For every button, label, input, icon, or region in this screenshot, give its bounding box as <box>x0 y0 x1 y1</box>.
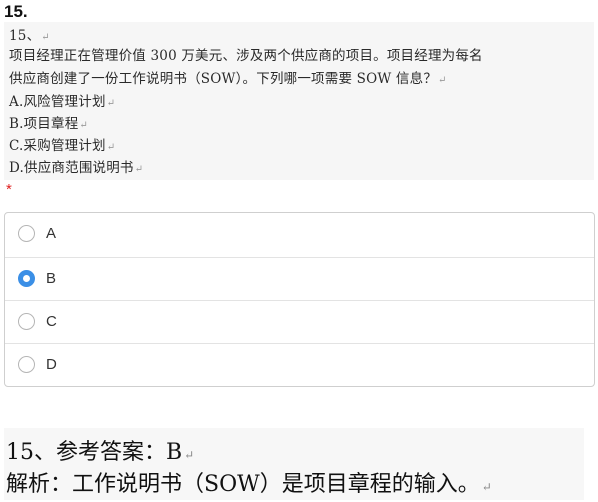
radio-a[interactable] <box>18 225 35 242</box>
radio-d[interactable] <box>18 356 35 373</box>
explanation-line: 解析：工作说明书（SOW）是项目章程的输入。 ↵ <box>6 472 492 497</box>
option-c[interactable]: C <box>5 300 594 343</box>
question-line: C.采购管理计划↵ <box>9 138 116 154</box>
required-marker: * <box>6 181 12 198</box>
question-line: 15、↵ <box>9 28 50 44</box>
option-label: C <box>46 313 57 330</box>
question-line: 项目经理正在管理价值 300 万美元、涉及两个供应商的项目。项目经理为每名 <box>9 48 483 64</box>
radio-c[interactable] <box>18 313 35 330</box>
radio-b[interactable] <box>18 270 35 287</box>
question-content: 15、↵ 项目经理正在管理价值 300 万美元、涉及两个供应商的项目。项目经理为… <box>4 22 594 180</box>
question-line: A.风险管理计划↵ <box>9 94 116 110</box>
option-b[interactable]: B <box>5 257 594 300</box>
options-group: A B C D <box>4 212 595 387</box>
option-a[interactable]: A <box>5 213 594 256</box>
option-label: D <box>46 356 57 373</box>
question-line: D.供应商范围说明书↵ <box>9 160 144 176</box>
option-d[interactable]: D <box>5 343 594 386</box>
option-label: A <box>46 225 57 242</box>
question-page: 15. 15、↵ 项目经理正在管理价值 300 万美元、涉及两个供应商的项目。项… <box>0 0 598 502</box>
question-number: 15. <box>4 2 28 21</box>
question-line: B.项目章程↵ <box>9 116 89 132</box>
question-line: 供应商创建了一份工作说明书（SOW）。下列哪一项需要 SOW 信息？↵ <box>9 71 447 87</box>
option-label: B <box>46 270 57 287</box>
answer-line: 15、参考答案：B ↵ <box>6 440 195 465</box>
answer-explanation: 15、参考答案：B ↵ 解析：工作说明书（SOW）是项目章程的输入。 ↵ <box>4 428 584 500</box>
